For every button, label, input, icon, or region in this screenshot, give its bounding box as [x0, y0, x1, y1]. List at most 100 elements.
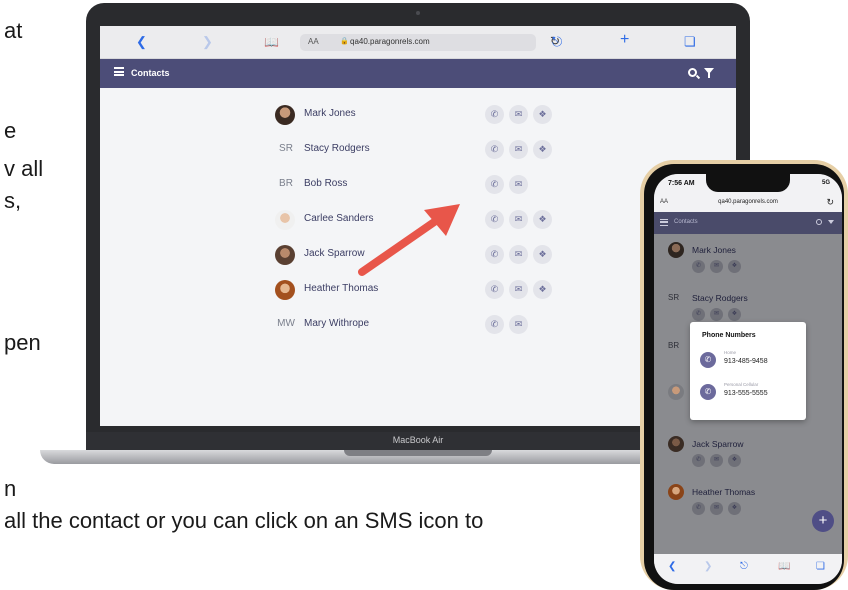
forward-icon[interactable]: ❯ — [202, 34, 213, 50]
status-time: 7:56 AM — [668, 180, 695, 187]
contact-name[interactable]: Mary Withrope — [304, 318, 369, 329]
contact-name[interactable]: Jack Sparrow — [692, 439, 744, 449]
phone-icon[interactable]: ✆ — [692, 308, 705, 321]
email-icon[interactable]: ✉ — [710, 260, 723, 273]
url-text: qa40.paragonrels.com — [718, 199, 778, 205]
tabs-overview-icon[interactable]: ❏ — [684, 34, 696, 50]
contact-row[interactable]: SR Stacy Rodgers ✆ ✉ ❖ — [275, 140, 565, 162]
contact-row[interactable]: Carlee Sanders ✆ ✉ ❖ — [275, 210, 565, 232]
new-tab-icon[interactable]: + — [620, 32, 629, 48]
email-icon[interactable]: ✉ — [509, 140, 528, 159]
phone-icon[interactable]: ✆ — [700, 352, 716, 368]
contact-row[interactable]: BR Bob Ross ✆ ✉ — [275, 175, 565, 197]
search-icon[interactable] — [816, 219, 822, 225]
avatar — [275, 105, 295, 125]
contact-name[interactable]: Heather Thomas — [692, 487, 755, 497]
sms-icon[interactable]: ❖ — [533, 105, 552, 124]
sms-icon[interactable]: ❖ — [533, 210, 552, 229]
sms-icon[interactable]: ❖ — [728, 502, 741, 515]
phone-bezel: 7:56 AM 5G AA qa40.paragonrels.com ↻ Con… — [644, 164, 844, 590]
slide-text-fragment: v all — [4, 156, 44, 181]
reader-aa-button[interactable]: AA — [308, 37, 319, 46]
filter-icon[interactable] — [828, 220, 834, 224]
email-icon[interactable]: ✉ — [509, 105, 528, 124]
sms-icon[interactable]: ❖ — [728, 260, 741, 273]
address-bar[interactable]: AA qa40.paragonrels.com ↻ — [654, 196, 842, 212]
forward-icon[interactable]: ❯ — [704, 561, 712, 572]
contact-name[interactable]: Stacy Rodgers — [692, 293, 748, 303]
share-icon[interactable]: ⎋ — [740, 561, 748, 572]
back-icon[interactable]: ❮ — [668, 561, 676, 572]
phone-icon[interactable]: ✆ — [485, 315, 504, 334]
contact-name[interactable]: Bob Ross — [304, 178, 347, 189]
url-text: qa40.paragonrels.com — [350, 37, 430, 46]
phone-icon[interactable]: ✆ — [485, 280, 504, 299]
avatar-initials: BR — [668, 341, 680, 350]
bookmarks-icon[interactable]: 📖 — [778, 561, 790, 572]
address-bar[interactable]: AA 🔒 qa40.paragonrels.com ↻ — [300, 34, 560, 51]
sms-icon[interactable]: ❖ — [533, 140, 552, 159]
phone-number[interactable]: 913-555-5555 — [724, 390, 768, 397]
sms-icon[interactable]: ❖ — [728, 308, 741, 321]
phone-number-entry[interactable]: ✆ Home 913-485-9458 — [700, 350, 800, 372]
slide-text-fragment: n — [4, 476, 17, 501]
slide: at e v all s, pen n all the contact or y… — [0, 0, 848, 590]
avatar — [668, 484, 684, 500]
add-contact-button[interactable]: + — [812, 510, 834, 532]
contact-name[interactable]: Jack Sparrow — [304, 248, 365, 259]
email-icon[interactable]: ✉ — [509, 175, 528, 194]
contact-row[interactable]: Mark Jones ✆ ✉ ❖ — [275, 105, 565, 127]
email-icon[interactable]: ✉ — [509, 245, 528, 264]
phone-icon[interactable]: ✆ — [485, 105, 504, 124]
filter-icon[interactable] — [704, 68, 714, 78]
email-icon[interactable]: ✉ — [509, 280, 528, 299]
phone-icon[interactable]: ✆ — [700, 384, 716, 400]
contact-name[interactable]: Heather Thomas — [304, 283, 378, 294]
phone-icon[interactable]: ✆ — [485, 245, 504, 264]
contact-row[interactable]: Heather Thomas ✆ ✉ ❖ — [275, 280, 565, 302]
page-title: Contacts — [131, 68, 170, 78]
avatar — [668, 242, 684, 258]
phone-number[interactable]: 913-485-9458 — [724, 358, 768, 365]
phone-number-label: Personal Cellular — [724, 382, 759, 387]
phone-icon[interactable]: ✆ — [485, 140, 504, 159]
email-icon[interactable]: ✉ — [710, 454, 723, 467]
back-icon[interactable]: ❮ — [136, 34, 147, 50]
search-icon[interactable] — [688, 68, 697, 77]
sms-icon[interactable]: ❖ — [533, 280, 552, 299]
email-icon[interactable]: ✉ — [710, 502, 723, 515]
contact-name[interactable]: Mark Jones — [304, 108, 356, 119]
reload-icon[interactable]: ↻ — [826, 197, 834, 208]
menu-icon[interactable] — [114, 67, 124, 76]
phone-number-entry[interactable]: ✆ Personal Cellular 913-555-5555 — [700, 382, 800, 404]
laptop-opening-notch — [344, 450, 492, 456]
contact-name[interactable]: Carlee Sanders — [304, 213, 373, 224]
avatar — [275, 210, 295, 230]
slide-text-fragment: e — [4, 118, 17, 143]
bookmarks-icon[interactable]: 📖 — [264, 34, 279, 50]
menu-icon[interactable] — [660, 219, 668, 226]
sms-icon[interactable]: ❖ — [533, 245, 552, 264]
phone-numbers-popup: Phone Numbers ✆ Home 913-485-9458 ✆ Pers… — [690, 322, 806, 420]
email-icon[interactable]: ✉ — [710, 308, 723, 321]
phone-icon[interactable]: ✆ — [485, 210, 504, 229]
phone-number-label: Home — [724, 350, 737, 355]
tabs-overview-icon[interactable]: ❏ — [816, 561, 825, 572]
phone-icon[interactable]: ✆ — [485, 175, 504, 194]
contact-row[interactable]: Mark Jones ✆ ✉ ❖ — [668, 242, 838, 282]
email-icon[interactable]: ✉ — [509, 210, 528, 229]
contact-row[interactable]: Jack Sparrow ✆ ✉ ❖ — [668, 436, 838, 476]
sms-icon[interactable]: ❖ — [728, 454, 741, 467]
contact-name[interactable]: Stacy Rodgers — [304, 143, 370, 154]
contact-row[interactable]: MW Mary Withrope ✆ ✉ — [275, 315, 565, 337]
avatar — [668, 384, 684, 400]
phone-icon[interactable]: ✆ — [692, 260, 705, 273]
contact-name[interactable]: Mark Jones — [692, 245, 736, 255]
avatar — [668, 436, 684, 452]
signal-indicator: 5G — [821, 180, 830, 186]
phone-icon[interactable]: ✆ — [692, 454, 705, 467]
contact-row[interactable]: Jack Sparrow ✆ ✉ ❖ — [275, 245, 565, 267]
phone-icon[interactable]: ✆ — [692, 502, 705, 515]
share-icon[interactable]: ⎋ — [552, 34, 562, 50]
email-icon[interactable]: ✉ — [509, 315, 528, 334]
